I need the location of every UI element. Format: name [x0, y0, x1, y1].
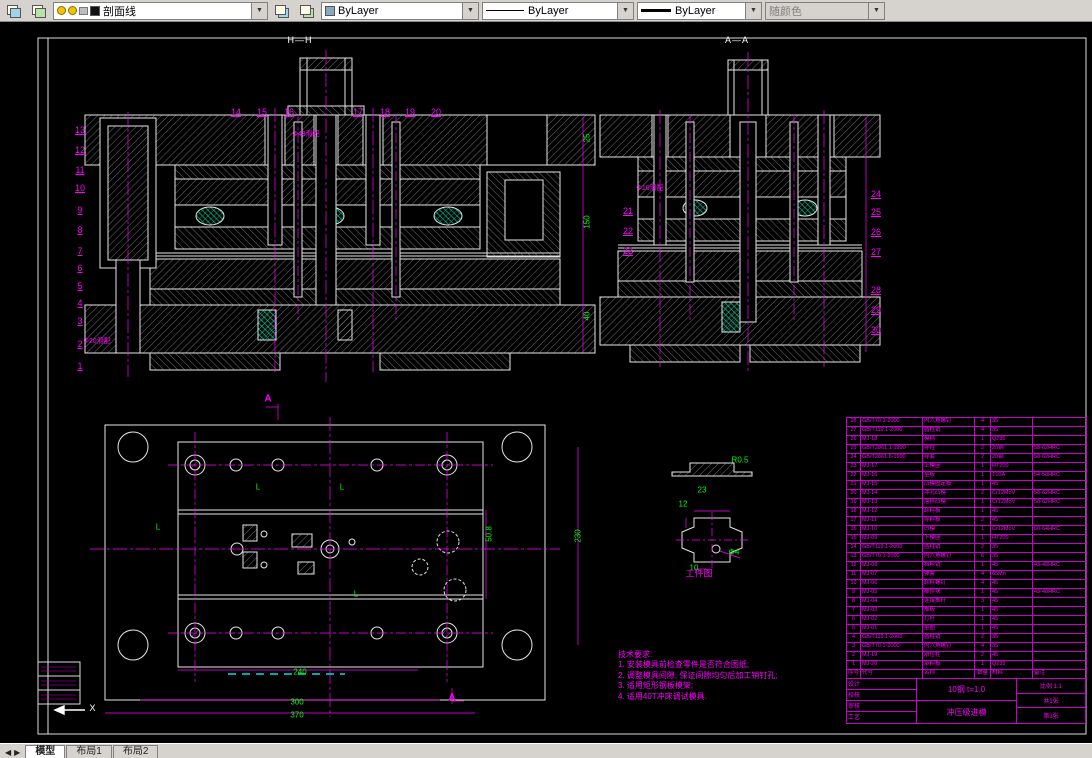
layer-previous-icon [300, 5, 314, 17]
bom-row: 23MJ-17上模座1HT200 [847, 463, 1087, 472]
layer-properties-icon [7, 5, 21, 17]
tab-model[interactable]: 模型 [25, 745, 65, 758]
bulb-icon[interactable] [57, 6, 66, 15]
tech-note-line: 3. 适用矩形钢板模架; [618, 681, 778, 691]
bom-row: 9MJ-05推件块14543-48HRC [847, 589, 1087, 598]
bom-row: 24GB/T2861.6-1990导套220钢58-62HRC [847, 454, 1087, 463]
bom-row: 6MJ-02打杆145 [847, 616, 1087, 625]
make-object-layer-current-button[interactable] [271, 1, 293, 21]
bom-row: 12MJ-08挡料销14543-48HRC [847, 562, 1087, 571]
chevron-down-icon[interactable]: ▼ [251, 3, 267, 19]
color-dropdown[interactable]: ByLayer ▼ [321, 2, 479, 20]
bom-row: 13GB/T70.1-2000内六角螺钉635 [847, 553, 1087, 562]
bom-row: 21MJ-15凸模固定板145 [847, 481, 1087, 490]
linetype-value: ByLayer [528, 5, 568, 17]
bom-row: 16MJ-10凹模1Cr12MoV60-64HRC [847, 526, 1087, 535]
bom-row: 1MJ-20承料板1Q235 [847, 661, 1087, 670]
chevron-down-icon: ▼ [868, 3, 884, 19]
bom-row: 4GB/T119.1-2000圆柱销235 [847, 634, 1087, 643]
layer-dropdown[interactable]: 剖面线 ▼ [53, 2, 268, 20]
layer-color-swatch [90, 6, 100, 16]
tech-note-line: 4. 适用40T冲床调试模具. [618, 692, 778, 702]
color-swatch [325, 6, 335, 16]
bom-row: 8MJ-04连接推杆345 [847, 598, 1087, 607]
layer-properties-button[interactable] [3, 1, 25, 21]
plotstyle-dropdown: 随颜色 ▼ [765, 2, 885, 20]
bom-row: 15MJ-09下模座1HT200 [847, 535, 1087, 544]
tab-next-icon[interactable]: ▶ [14, 748, 20, 757]
lineweight-dropdown[interactable]: ByLayer ▼ [637, 2, 762, 20]
linetype-dropdown[interactable]: ByLayer ▼ [482, 2, 634, 20]
linetype-sample-icon [486, 10, 524, 11]
bom-row: 3GB/T70.1-2000内六角螺钉435 [847, 643, 1087, 652]
bom-row: 28GB/T70.1-2000内六角螺钉435 [847, 418, 1087, 427]
bom-row: 7MJ-03推板145 [847, 607, 1087, 616]
tab-layout1[interactable]: 布局1 [66, 745, 112, 758]
make-current-icon [275, 5, 289, 17]
title-block: 设计 校核 审核 工艺 10钢 t=1.0 冲压级进模 比例 1:1 共1张 第… [846, 679, 1086, 724]
tech-requirements: 技术要求: 1. 安装模具前检查零件是否符合图纸; 2. 调整模具间隙, 保证间… [618, 650, 778, 702]
title-block-field: 工艺 [847, 712, 917, 723]
bom-header-row: 序号代号名称数量材料备注 [847, 670, 1087, 679]
parts-list: 28GB/T70.1-2000内六角螺钉43527GB/T119.1-2000圆… [846, 417, 1086, 724]
bom-row: 18MJ-12卸料板145 [847, 508, 1087, 517]
layers-icon [32, 5, 46, 17]
chevron-down-icon[interactable]: ▼ [617, 3, 633, 19]
toolbar: 剖面线 ▼ ByLayer ▼ ByLayer ▼ ByLayer ▼ 随颜色 … [0, 0, 1092, 22]
bom-row: 20MJ-14冲孔凸模2Cr12MoV58-62HRC [847, 490, 1087, 499]
title-block-sheet: 第1张 [1017, 708, 1085, 723]
lineweight-sample-icon [641, 9, 671, 12]
bom-row: 22MJ-16垫板1T10A54-58HRC [847, 472, 1087, 481]
bom-row: 19MJ-13落料凸模1Cr12MoV58-62HRC [847, 499, 1087, 508]
title-block-field: 审核 [847, 701, 917, 712]
chevron-down-icon[interactable]: ▼ [462, 3, 478, 19]
parts-list-table: 28GB/T70.1-2000内六角螺钉43527GB/T119.1-2000圆… [846, 417, 1087, 679]
bom-row: 17MJ-11导料板245 [847, 517, 1087, 526]
title-block-sheet: 共1张 [1017, 694, 1085, 709]
tech-requirements-title: 技术要求: [618, 650, 778, 660]
bom-row: 11MJ-07弹簧465Mn [847, 571, 1087, 580]
title-block-material: 10钢 t=1.0 [917, 679, 1016, 701]
title-block-field: 设计 [847, 679, 917, 690]
bom-row: 14GB/T119.1-2000圆柱销235 [847, 544, 1087, 553]
current-layer-name: 剖面线 [103, 3, 136, 19]
color-value: ByLayer [338, 5, 378, 17]
bom-row: 5MJ-01垫圈145 [847, 625, 1087, 634]
tech-note-line: 1. 安装模具前检查零件是否符合图纸; [618, 660, 778, 670]
title-block-scale: 比例 1:1 [1017, 679, 1085, 694]
chevron-down-icon[interactable]: ▼ [745, 3, 761, 19]
title-block-field: 校核 [847, 690, 917, 701]
layer-previous-button[interactable] [296, 1, 318, 21]
bom-row: 26MJ-18模柄1Q235 [847, 436, 1087, 445]
tab-layout2[interactable]: 布局2 [113, 745, 159, 758]
layer-manager-button[interactable] [28, 1, 50, 21]
plotstyle-value: 随颜色 [769, 3, 802, 19]
lineweight-value: ByLayer [675, 5, 715, 17]
drawing-canvas[interactable]: H—HA—AX131211109876543211415161718192021… [0, 22, 1092, 744]
layout-tab-bar: ◀ ▶ 模型 布局1 布局2 [0, 743, 1092, 758]
sun-icon[interactable] [68, 6, 77, 15]
bom-row: 2MJ-19限位柱245 [847, 652, 1087, 661]
lock-icon[interactable] [79, 7, 88, 15]
tab-prev-icon[interactable]: ◀ [5, 748, 11, 757]
tech-note-line: 2. 调整模具间隙, 保证间隙均匀后加工销钉孔; [618, 671, 778, 681]
bom-row: 25GB/T2861.1-1990导柱220钢58-62HRC [847, 445, 1087, 454]
bom-row: 27GB/T119.1-2000圆柱销435 [847, 427, 1087, 436]
title-block-title: 冲压级进模 [917, 701, 1016, 723]
bom-row: 10MJ-06卸料螺钉445 [847, 580, 1087, 589]
